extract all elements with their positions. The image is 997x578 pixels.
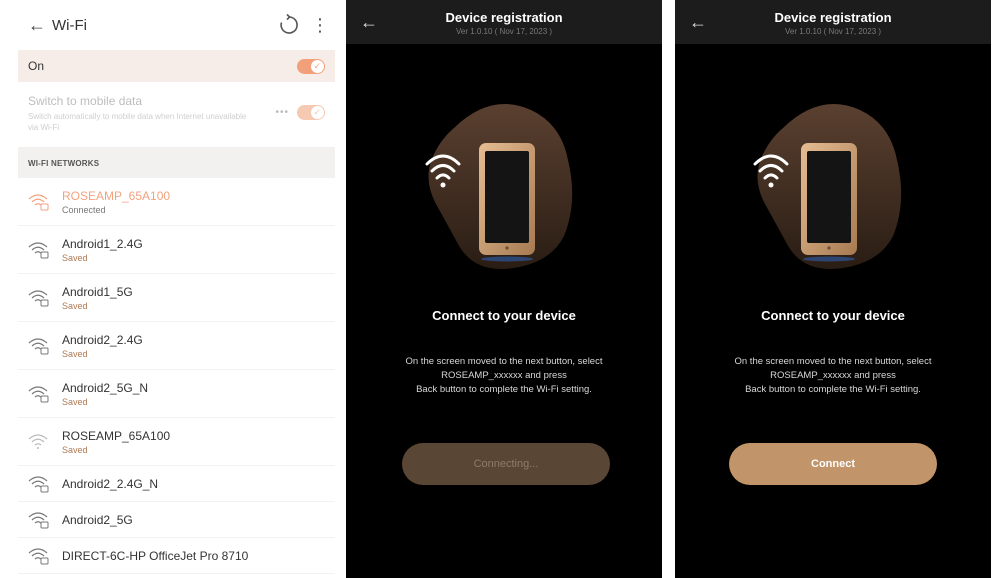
switch-mobile-data-row[interactable]: Switch to mobile data Switch automatical…	[18, 82, 335, 148]
network-status: Saved	[62, 348, 88, 359]
network-status: Saved	[62, 300, 88, 311]
network-item[interactable]: Android2_2.4G_N	[18, 466, 335, 502]
network-name: Android1_2.4G	[62, 236, 143, 251]
wifi-lock-icon	[28, 511, 49, 528]
network-item[interactable]: Android2_2.4G Saved	[18, 322, 335, 370]
network-item[interactable]: Android2_5G_N Saved	[18, 370, 335, 418]
wifi-icon	[28, 433, 48, 449]
connect-heading: Connect to your device	[761, 308, 905, 323]
network-item[interactable]: ROSEAMP_65A100 Connected	[18, 178, 335, 226]
instruction-text: On the screen moved to the next button, …	[346, 355, 662, 397]
wifi-on-row[interactable]: On ✓	[18, 50, 335, 82]
instruction-text: On the screen moved to the next button, …	[675, 355, 991, 397]
phone-illustration	[753, 104, 902, 269]
instruction-line: On the screen moved to the next button, …	[405, 356, 603, 367]
mobile-data-description: Switch automatically to mobile data when…	[28, 112, 247, 132]
network-name: Android2_2.4G	[62, 332, 143, 347]
wifi-top-bar: ← Wi-Fi ⋮	[18, 0, 335, 50]
network-item[interactable]: Android1_2.4G Saved	[18, 226, 335, 274]
instruction-line: Back button to complete the Wi-Fi settin…	[416, 384, 592, 395]
connecting-button[interactable]: Connecting...	[402, 443, 610, 485]
network-status: Connected	[62, 204, 106, 215]
device-registration-connecting-screen: ← Device registration Ver 1.0.10 ( Nov 1…	[346, 0, 662, 578]
wifi-toggle[interactable]: ✓	[297, 58, 325, 74]
wifi-on-label: On	[28, 59, 45, 73]
wifi-lock-icon	[28, 337, 49, 354]
network-name: Android1_5G	[62, 284, 133, 299]
wifi-lock-icon	[28, 385, 49, 402]
phone-illustration	[425, 104, 573, 269]
network-status: Saved	[62, 396, 88, 407]
network-name: ROSEAMP_65A100	[62, 188, 171, 203]
network-name: Android2_5G_N	[62, 380, 149, 395]
network-list: ROSEAMP_65A100 Connected Android1_2.4G S…	[18, 178, 335, 574]
instruction-line: On the screen moved to the next button, …	[734, 356, 932, 367]
mobile-data-title: Switch to mobile data	[28, 94, 143, 108]
instruction-line: ROSEAMP_xxxxxx and press	[770, 370, 896, 381]
network-name: ROSEAMP_65A100	[62, 428, 171, 443]
device-registration-connect-screen: ← Device registration Ver 1.0.10 ( Nov 1…	[675, 0, 991, 578]
wifi-settings-screen: ← Wi-Fi ⋮ On ✓ Switch to mobile data Swi…	[18, 0, 335, 578]
instruction-line: ROSEAMP_xxxxxx and press	[441, 370, 567, 381]
more-options-icon[interactable]: •••	[275, 107, 289, 118]
instruction-line: Back button to complete the Wi-Fi settin…	[745, 384, 921, 395]
network-item[interactable]: ROSEAMP_65A100 Saved	[18, 418, 335, 466]
network-status: Saved	[62, 444, 88, 455]
network-item[interactable]: DIRECT-6C-HP OfficeJet Pro 8710	[18, 538, 335, 574]
network-name: Android2_5G	[62, 512, 133, 527]
connect-heading: Connect to your device	[432, 308, 576, 323]
wifi-lock-icon	[28, 241, 49, 258]
back-arrow-icon[interactable]: ←	[28, 15, 50, 36]
more-vertical-icon[interactable]: ⋮	[311, 15, 329, 36]
wifi-lock-icon	[28, 193, 49, 210]
refresh-icon[interactable]	[277, 13, 301, 37]
network-item[interactable]: Android2_5G	[18, 502, 335, 538]
wifi-lock-icon	[28, 289, 49, 306]
network-name: DIRECT-6C-HP OfficeJet Pro 8710	[62, 548, 249, 563]
network-item[interactable]: Android1_5G Saved	[18, 274, 335, 322]
network-status: Saved	[62, 252, 88, 263]
page-title: Wi-Fi	[52, 16, 87, 34]
wifi-lock-icon	[28, 475, 49, 492]
mobile-data-toggle[interactable]: ✓	[297, 104, 325, 120]
connect-button[interactable]: Connect	[729, 443, 937, 485]
network-name: Android2_2.4G_N	[62, 476, 159, 491]
wifi-lock-icon	[28, 547, 49, 564]
wifi-networks-header: WI-FI NETWORKS	[18, 148, 335, 178]
